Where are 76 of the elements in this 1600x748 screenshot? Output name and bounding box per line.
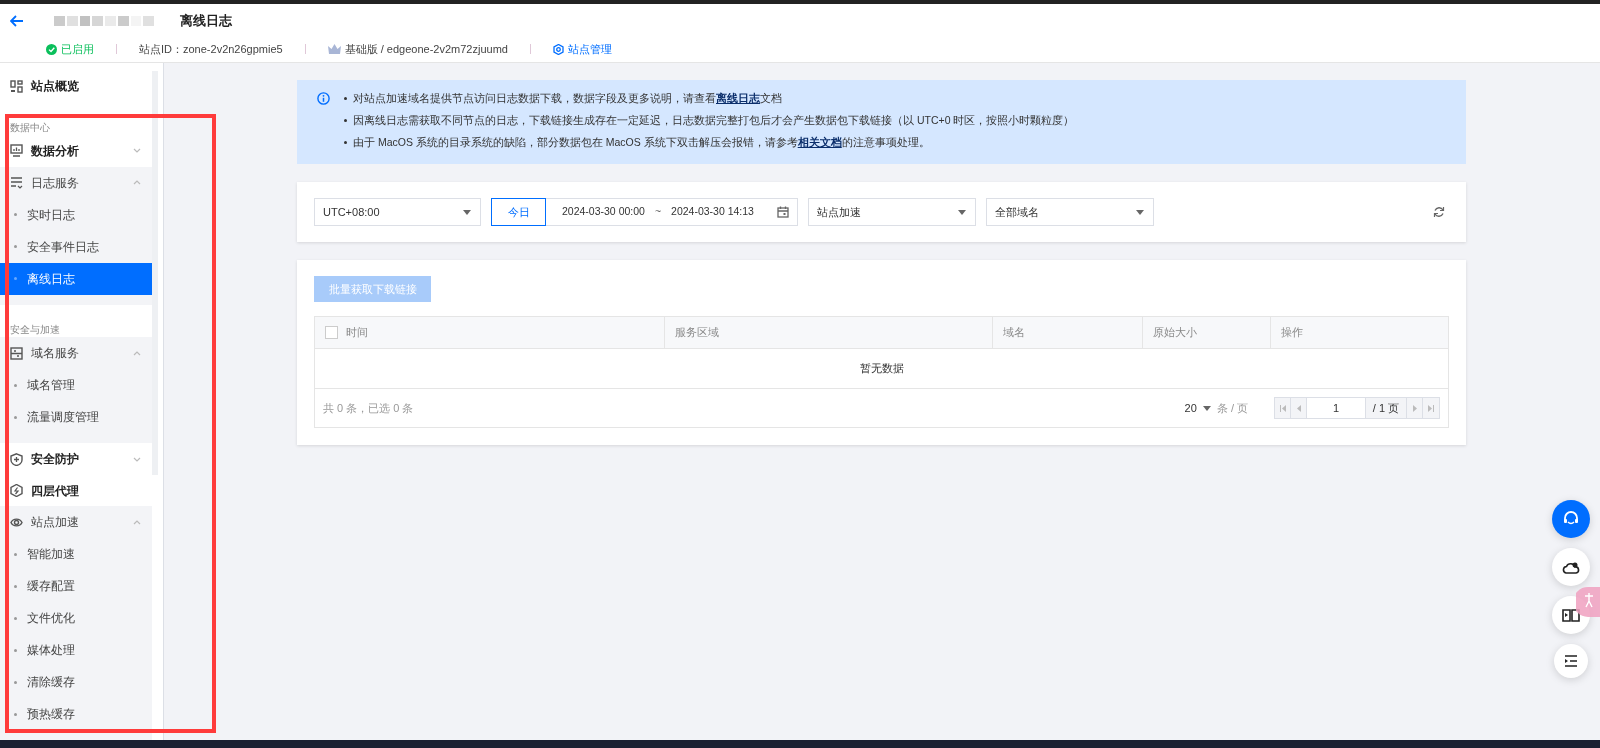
calendar-icon: [777, 206, 789, 218]
crown-icon: [327, 44, 341, 54]
service-select[interactable]: 站点加速: [808, 198, 976, 226]
dropdown-caret-icon: [462, 208, 472, 216]
dropdown-caret-icon: [957, 208, 967, 216]
back-button[interactable]: [10, 15, 24, 27]
info-icon: [317, 92, 330, 105]
sidebar-group[interactable]: 域名服务: [0, 337, 152, 370]
sidebar-subitem[interactable]: 流量调度管理: [0, 401, 152, 434]
back-arrow-icon: [10, 15, 24, 27]
menu-item-icon: [10, 176, 23, 189]
domain-select[interactable]: 全部域名: [986, 198, 1154, 226]
menu-item-icon: [10, 452, 23, 466]
status-label: 已启用: [46, 40, 94, 58]
column-header: 时间: [346, 325, 368, 341]
selection-summary: 共 0 条，已选 0 条: [323, 400, 414, 416]
menu-item-icon: [10, 144, 23, 157]
sidebar-subitem[interactable]: 实时日志: [0, 198, 152, 231]
sidebar-item[interactable]: 站点概览: [0, 71, 152, 102]
notice-text: 因离线日志需获取不同节点的日志，下载链接生成存在一定延迟，日志数据完整打包后才会产生数据包下载链接（以 UTC+0 时区，按照小时颗粒度）: [353, 113, 1075, 128]
bullet-icon: [344, 97, 347, 100]
timezone-select[interactable]: UTC+08:00: [314, 198, 481, 226]
sidebar-item[interactable]: 四层代理: [0, 475, 152, 506]
check-circle-icon: [46, 43, 57, 55]
menu-item-icon: [10, 484, 23, 498]
sidebar-subitem[interactable]: 清除缓存: [0, 666, 152, 698]
sidebar-subitem[interactable]: 智能加速: [0, 538, 152, 570]
notice-text: 对站点加速域名提供节点访问日志数据下载，数据字段及更多说明，请查看离线日志文档: [353, 91, 782, 106]
outline-button[interactable]: [1554, 644, 1588, 678]
empty-message: 暂无数据: [859, 361, 904, 377]
page-size-select[interactable]: 20 条 / 页: [1184, 399, 1248, 417]
sidebar-subitem[interactable]: 离线日志: [0, 262, 152, 295]
chevron-down-icon: [132, 455, 142, 463]
page-title: 离线日志: [180, 12, 232, 31]
chevron-up-icon: [132, 518, 142, 526]
chevron-up-icon: [132, 349, 142, 357]
section-label: 数据中心: [10, 121, 50, 134]
sidebar-subitem[interactable]: 媒体处理: [0, 634, 152, 666]
today-button[interactable]: 今日: [491, 198, 546, 226]
menu-item-icon: [10, 79, 23, 93]
section-label: 安全与加速: [10, 324, 60, 337]
sidebar-subitem[interactable]: 安全事件日志: [0, 230, 152, 263]
bullet-icon: [344, 141, 347, 144]
column-header: 操作: [1281, 325, 1303, 341]
sidebar-subitem[interactable]: 文件优化: [0, 602, 152, 634]
sidebar-subitem[interactable]: 域名管理: [0, 369, 152, 402]
scrollbar[interactable]: [152, 71, 158, 475]
menu-item-icon: [10, 346, 23, 360]
sidebar-group[interactable]: 站点加速: [0, 506, 152, 538]
sidebar-subitem[interactable]: 预热缓存: [0, 698, 152, 730]
sidebar-group[interactable]: 日志服务: [0, 166, 152, 199]
column-header: 原始大小: [1153, 325, 1197, 341]
settings-icon: [552, 43, 564, 55]
menu-item-icon: [10, 515, 23, 529]
notice-text: 由于 MacOS 系统的目录系统的缺陷，部分数据包在 MacOS 系统下双击解压会报错，请参考相关文档的注意事项处理。: [353, 135, 930, 150]
sidebar-subitem[interactable]: 缓存配置: [0, 570, 152, 602]
site-management-link[interactable]: 站点管理: [552, 40, 612, 58]
doc-link[interactable]: 离线日志: [716, 92, 760, 104]
chevron-down-icon: [132, 147, 142, 154]
support-button[interactable]: [1552, 500, 1590, 538]
site-id: 站点ID：zone-2v2n26gpmie5: [139, 41, 283, 57]
refresh-button[interactable]: [1433, 206, 1445, 218]
cloud-button[interactable]: [1552, 548, 1590, 586]
dropdown-caret-icon: [1135, 208, 1145, 216]
column-header: 域名: [1003, 325, 1025, 341]
chevron-up-icon: [132, 179, 142, 186]
date-range-field[interactable]: 2024-03-30 00:00 ~ 2024-03-30 14:13: [546, 198, 798, 226]
doc-link[interactable]: 相关文档: [797, 136, 842, 148]
bullet-icon: [344, 119, 347, 122]
column-header: 服务区域: [675, 325, 719, 341]
plan-label: 基础版 / edgeone-2v2m72zjuumd: [344, 41, 508, 57]
sidebar-group[interactable]: 数据分析: [0, 134, 152, 167]
sidebar-group[interactable]: 安全防护: [0, 443, 152, 476]
refresh-icon: [1433, 206, 1445, 218]
dropdown-caret-icon: [1202, 405, 1211, 411]
select-all-checkbox[interactable]: [325, 326, 338, 339]
